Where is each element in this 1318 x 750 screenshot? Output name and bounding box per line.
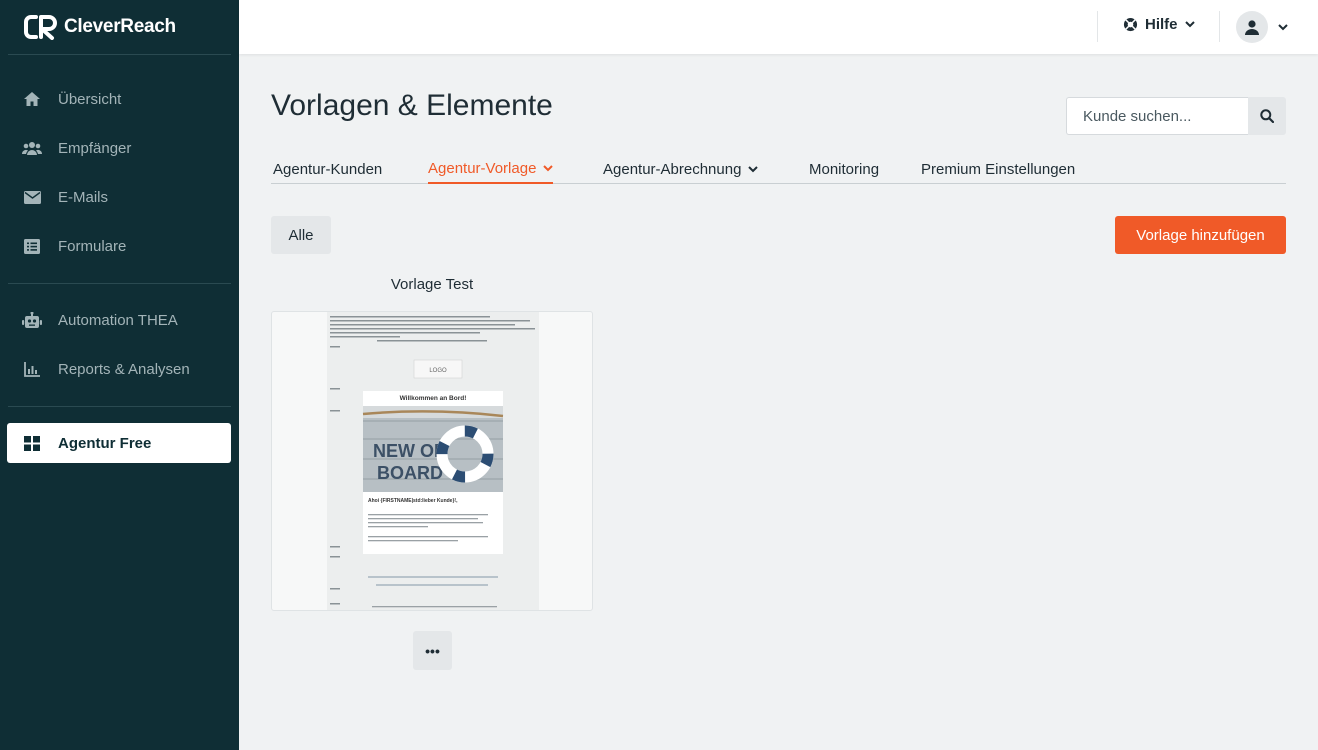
grid-icon — [21, 432, 43, 454]
sidebar-divider — [8, 406, 231, 407]
sidebar-item-label: Übersicht — [58, 90, 122, 108]
sidebar-divider — [8, 283, 231, 284]
header-divider — [1097, 11, 1098, 42]
sidebar-item-emails[interactable]: E-Mails — [7, 177, 231, 217]
user-icon — [1245, 19, 1259, 35]
sidebar-item-formulare[interactable]: Formulare — [7, 226, 231, 266]
home-icon — [21, 88, 43, 110]
tab-label: Agentur-Vorlage — [428, 159, 537, 177]
template-preview-image: LOGO Willkommen an Bord! NEW ON BOARD Ah… — [327, 312, 539, 610]
preview-image-text-line-2: BOARD — [377, 463, 443, 483]
lifebuoy-icon — [1123, 17, 1138, 32]
tab-premium-einstellungen[interactable]: Premium Einstellungen — [921, 154, 1075, 184]
top-bar: Hilfe — [239, 0, 1318, 54]
help-menu[interactable]: Hilfe — [1123, 16, 1195, 33]
customer-search — [1066, 97, 1286, 135]
search-button[interactable] — [1248, 97, 1286, 135]
sidebar-item-empfaenger[interactable]: Empfänger — [7, 128, 231, 168]
preview-greeting: Ahoi {FIRSTNAME|std:lieber Kunde}!, — [368, 498, 458, 504]
robot-icon — [21, 309, 43, 331]
preview-logo: LOGO — [429, 368, 447, 374]
add-template-button[interactable]: Vorlage hinzufügen — [1115, 216, 1286, 254]
sidebar-item-label: Automation THEA — [58, 311, 178, 329]
template-name: Vorlage Test — [390, 276, 474, 293]
help-label: Hilfe — [1145, 16, 1178, 33]
chevron-down-icon — [748, 165, 759, 172]
avatar — [1236, 11, 1268, 43]
preview-image-text-line-1: NEW ON — [373, 441, 447, 461]
sidebar-divider — [8, 54, 231, 55]
chevron-down-icon — [1184, 21, 1195, 28]
page-title: Vorlagen & Elemente — [271, 89, 553, 122]
tab-bar: Agentur-Kunden Agentur-Vorlage Agentur-A… — [271, 148, 1286, 184]
sidebar-item-automation-thea[interactable]: Automation THEA — [7, 300, 231, 340]
brand-logo[interactable]: CleverReach — [24, 14, 176, 40]
tab-agentur-abrechnung[interactable]: Agentur-Abrechnung — [603, 154, 759, 184]
sidebar-item-label: Empfänger — [58, 139, 132, 157]
form-icon — [21, 235, 43, 257]
template-preview[interactable]: LOGO Willkommen an Bord! NEW ON BOARD Ah… — [271, 311, 593, 611]
brand-name: CleverReach — [64, 16, 176, 37]
cleverreach-logo-icon — [24, 15, 57, 40]
chevron-down-icon — [543, 164, 554, 171]
sidebar-item-label: Formulare — [58, 237, 127, 255]
chevron-down-icon — [1278, 23, 1288, 30]
sidebar-item-reports[interactable]: Reports & Analysen — [7, 349, 231, 389]
chart-icon — [21, 358, 43, 380]
tab-label: Agentur-Kunden — [273, 160, 383, 178]
user-menu[interactable] — [1236, 11, 1288, 43]
tab-agentur-kunden[interactable]: Agentur-Kunden — [273, 154, 382, 184]
filter-all-button[interactable]: Alle — [271, 216, 331, 254]
search-icon — [1260, 109, 1274, 123]
tab-monitoring[interactable]: Monitoring — [809, 154, 879, 184]
tab-label: Agentur-Abrechnung — [603, 160, 742, 178]
users-icon — [21, 137, 43, 159]
tab-label: Monitoring — [809, 160, 880, 178]
envelope-icon — [21, 186, 43, 208]
sidebar-item-uebersicht[interactable]: Übersicht — [7, 79, 231, 119]
header-divider — [1219, 11, 1220, 42]
search-input[interactable] — [1066, 97, 1248, 135]
tab-agentur-vorlage[interactable]: Agentur-Vorlage — [428, 154, 554, 184]
sidebar: CleverReach Übersicht Empfänger E-Mails … — [0, 0, 239, 750]
tab-label: Premium Einstellungen — [921, 160, 1076, 178]
sidebar-item-label: Agentur Free — [58, 434, 152, 452]
sidebar-item-agentur-free[interactable]: Agentur Free — [7, 423, 231, 463]
sidebar-item-label: E-Mails — [58, 188, 109, 206]
sidebar-item-label: Reports & Analysen — [58, 360, 190, 378]
preview-heading: Willkommen an Bord! — [400, 395, 467, 402]
template-more-options-button[interactable]: ••• — [413, 631, 452, 670]
